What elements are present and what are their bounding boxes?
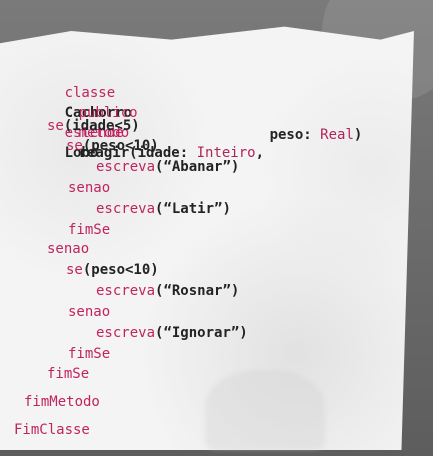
punctuation-token: ) — [353, 127, 363, 143]
keyword-token: fimSe — [68, 222, 111, 238]
keyword-token: escreva — [96, 159, 156, 175]
string-token: (“Rosnar”) — [155, 283, 240, 299]
code-line: fimSe — [68, 220, 110, 240]
code-line: escreva(“Ignorar”) — [96, 323, 248, 343]
keyword-token: fimSe — [47, 366, 90, 382]
code-line: se(idade<5) — [47, 116, 140, 136]
keyword-token: senao — [68, 180, 111, 196]
slide-stage: classe Cachorro estende Lobo publico met… — [0, 0, 433, 456]
code-line: peso: Real) — [219, 105, 363, 165]
keyword-token: fimSe — [68, 346, 111, 362]
code-line: escreva(“Abanar”) — [96, 157, 239, 177]
code-line: se(peso<10) — [66, 136, 159, 156]
code-line: fimMetodo — [24, 392, 100, 412]
keyword-token: se — [47, 118, 64, 134]
code-line: fimSe — [47, 364, 89, 384]
type-token: Real — [320, 127, 354, 143]
string-token: (“Abanar”) — [155, 159, 240, 175]
condition-token: (peso<10) — [82, 262, 159, 278]
code-line: escreva(“Rosnar”) — [96, 281, 239, 301]
condition-token: (peso<10) — [82, 138, 159, 154]
code-line: se(peso<10) — [66, 260, 159, 280]
code-line: escreva(“Latir”) — [96, 199, 231, 219]
code-line: senao — [47, 239, 89, 259]
code-line: fimSe — [68, 344, 110, 364]
code-line: FimClasse — [14, 420, 90, 440]
keyword-token: escreva — [96, 325, 156, 341]
keyword-token: FimClasse — [14, 422, 90, 438]
parameter-token: peso: — [269, 127, 321, 143]
string-token: (“Ignorar”) — [155, 325, 248, 341]
keyword-token: fimMetodo — [24, 394, 100, 410]
keyword-token: se — [66, 262, 83, 278]
keyword-token: senao — [47, 241, 90, 257]
paper-watermark — [205, 370, 325, 450]
keyword-token: senao — [68, 304, 111, 320]
string-token: (“Latir”) — [155, 201, 231, 217]
code-line: senao — [68, 302, 110, 322]
code-line: senao — [68, 178, 110, 198]
condition-token: (idade<5) — [63, 118, 140, 134]
keyword-token: escreva — [96, 201, 156, 217]
keyword-token: se — [66, 138, 83, 154]
keyword-token: escreva — [96, 283, 156, 299]
